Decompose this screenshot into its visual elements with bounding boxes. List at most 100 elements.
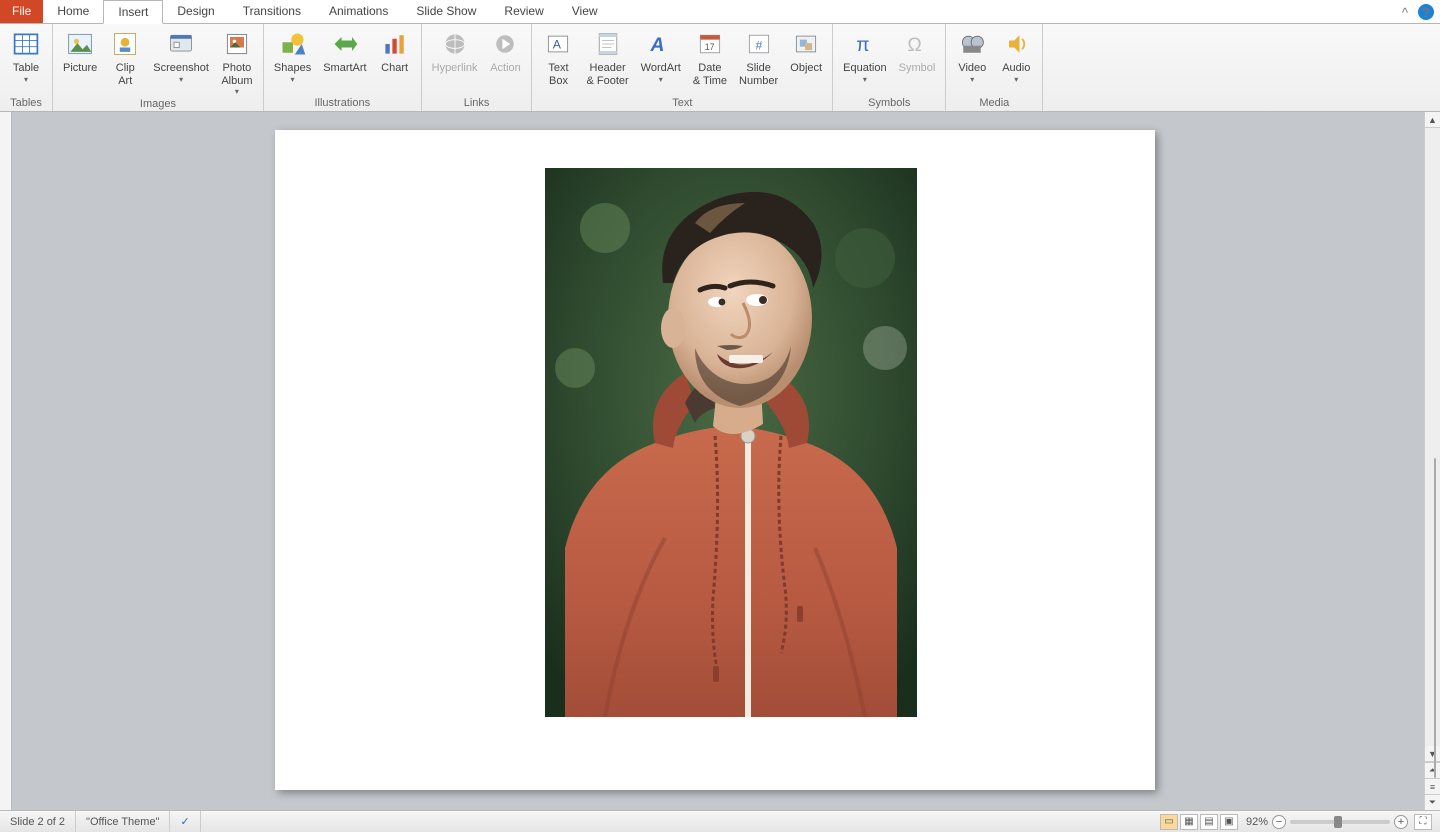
- zoom-slider[interactable]: [1290, 820, 1390, 824]
- ribbon-chart-button[interactable]: Chart: [373, 26, 417, 97]
- ribbon-group-media: Video▾Audio▾Media: [946, 24, 1043, 111]
- ribbon-wordart-button[interactable]: A WordArt▾: [635, 26, 687, 97]
- tab-animations[interactable]: Animations: [315, 0, 402, 23]
- ribbon-group-label: Media: [950, 97, 1038, 111]
- ribbon-equation-button[interactable]: πEquation▾: [837, 26, 892, 97]
- dropdown-arrow-icon: ▾: [863, 75, 867, 84]
- vertical-scrollbar[interactable]: ▲ ▼ ⏶ ≡ ⏷: [1424, 112, 1440, 810]
- dropdown-arrow-icon: ▾: [179, 75, 183, 84]
- scroll-up-icon[interactable]: ▲: [1425, 112, 1440, 128]
- tab-home[interactable]: Home: [43, 0, 103, 23]
- ribbon: Table▾TablesPictureClip ArtScreenshot▾Ph…: [0, 24, 1440, 112]
- scroll-thumb[interactable]: [1434, 458, 1436, 778]
- ribbon-headerfooter-button[interactable]: Header & Footer: [580, 26, 634, 97]
- tab-slide-show[interactable]: Slide Show: [402, 0, 490, 23]
- ribbon-group-label: Illustrations: [268, 97, 417, 111]
- action-icon: [489, 28, 521, 60]
- ribbon-audio-button[interactable]: Audio▾: [994, 26, 1038, 97]
- tab-review[interactable]: Review: [490, 0, 557, 23]
- ribbon-minimize-icon[interactable]: ^: [1402, 5, 1408, 20]
- dropdown-arrow-icon: ▾: [659, 75, 663, 84]
- ribbon-slidenumber-button[interactable]: # Slide Number: [733, 26, 784, 97]
- ribbon-shapes-button[interactable]: Shapes▾: [268, 26, 317, 97]
- ribbon-photoalbum-button[interactable]: Photo Album▾: [215, 26, 259, 98]
- ribbon-item-label: Action: [490, 62, 521, 75]
- ribbon-item-label: Header & Footer: [586, 62, 628, 87]
- ribbon-tabs: File HomeInsertDesignTransitionsAnimatio…: [0, 0, 1440, 24]
- slide-indicator[interactable]: Slide 2 of 2: [0, 811, 76, 832]
- object-icon: [790, 28, 822, 60]
- tab-insert[interactable]: Insert: [103, 0, 163, 24]
- ribbon-hyperlink-button: Hyperlink: [426, 26, 484, 97]
- ribbon-item-label: Photo Album: [221, 62, 252, 87]
- theme-indicator[interactable]: "Office Theme": [76, 811, 170, 832]
- scroll-down-icon[interactable]: ▼: [1425, 746, 1440, 762]
- ribbon-group-label: Tables: [4, 97, 48, 111]
- ribbon-table-button[interactable]: Table▾: [4, 26, 48, 97]
- dropdown-arrow-icon: ▾: [24, 75, 28, 84]
- equation-icon: π: [849, 28, 881, 60]
- ribbon-group-images: PictureClip ArtScreenshot▾Photo Album▾Im…: [53, 24, 264, 111]
- svg-text:A: A: [649, 35, 664, 56]
- headerfooter-icon: [592, 28, 624, 60]
- zoom-out-icon[interactable]: −: [1272, 815, 1286, 829]
- ribbon-item-label: WordArt: [641, 62, 681, 75]
- ribbon-item-label: Date & Time: [693, 62, 727, 87]
- ribbon-textbox-button[interactable]: AText Box: [536, 26, 580, 97]
- status-bar: Slide 2 of 2 "Office Theme" ✓ ▭ ▦ ▤ ▣ 92…: [0, 810, 1440, 832]
- tab-view[interactable]: View: [558, 0, 612, 23]
- normal-view-icon[interactable]: ▭: [1160, 814, 1178, 830]
- tab-design[interactable]: Design: [163, 0, 228, 23]
- ribbon-item-label: Chart: [381, 62, 408, 75]
- help-icon[interactable]: ?: [1418, 4, 1434, 20]
- vertical-ruler: [0, 112, 12, 810]
- ribbon-group-illustrations: Shapes▾SmartArt Chart Illustrations: [264, 24, 422, 111]
- reading-view-icon[interactable]: ▤: [1200, 814, 1218, 830]
- tab-file[interactable]: File: [0, 0, 43, 23]
- zoom-thumb[interactable]: [1334, 816, 1342, 828]
- ribbon-object-button[interactable]: Object: [784, 26, 828, 97]
- picture-icon: [64, 28, 96, 60]
- shapes-icon: [277, 28, 309, 60]
- ribbon-item-label: Text Box: [548, 62, 568, 87]
- spellcheck-icon[interactable]: ✓: [170, 811, 200, 832]
- ribbon-item-label: Symbol: [899, 62, 936, 75]
- hyperlink-icon: [439, 28, 471, 60]
- tab-transitions[interactable]: Transitions: [229, 0, 315, 23]
- ribbon-clipart-button[interactable]: Clip Art: [103, 26, 147, 98]
- slide-nav-menu-icon[interactable]: ≡: [1425, 778, 1440, 794]
- smartart-icon: [329, 28, 361, 60]
- slideshow-view-icon[interactable]: ▣: [1220, 814, 1238, 830]
- symbol-icon: Ω: [901, 28, 933, 60]
- ribbon-item-label: Table: [13, 62, 39, 75]
- zoom-level[interactable]: 92%: [1246, 816, 1268, 828]
- svg-text:17: 17: [705, 42, 715, 52]
- ribbon-item-label: Screenshot: [153, 62, 209, 75]
- sorter-view-icon[interactable]: ▦: [1180, 814, 1198, 830]
- screenshot-icon: [165, 28, 197, 60]
- slide-canvas[interactable]: [275, 130, 1155, 790]
- ribbon-item-label: Audio: [1002, 62, 1030, 75]
- audio-icon: [1000, 28, 1032, 60]
- ribbon-picture-button[interactable]: Picture: [57, 26, 103, 98]
- portrait-photo-icon: [545, 168, 917, 717]
- inserted-picture[interactable]: [545, 168, 917, 717]
- ribbon-group-label: Links: [426, 97, 528, 111]
- ribbon-datetime-button[interactable]: 17 Date & Time: [687, 26, 733, 97]
- ribbon-smartart-button[interactable]: SmartArt: [317, 26, 372, 97]
- help-area: ^ ?: [1402, 4, 1434, 20]
- textbox-icon: A: [542, 28, 574, 60]
- ribbon-item-label: Slide Number: [739, 62, 778, 87]
- ribbon-group-tables: Table▾Tables: [0, 24, 53, 111]
- previous-slide-icon[interactable]: ⏶: [1425, 762, 1440, 778]
- slide-workspace[interactable]: [0, 112, 1424, 810]
- fit-slide-icon[interactable]: ⛶: [1414, 814, 1432, 830]
- ribbon-group-symbols: πEquation▾ΩSymbolSymbols: [833, 24, 946, 111]
- svg-text:#: #: [755, 38, 762, 52]
- ribbon-screenshot-button[interactable]: Screenshot▾: [147, 26, 215, 98]
- next-slide-icon[interactable]: ⏷: [1425, 794, 1440, 810]
- photoalbum-icon: [221, 28, 253, 60]
- zoom-in-icon[interactable]: +: [1394, 815, 1408, 829]
- ribbon-symbol-button: Ω Symbol: [893, 26, 942, 97]
- ribbon-video-button[interactable]: Video▾: [950, 26, 994, 97]
